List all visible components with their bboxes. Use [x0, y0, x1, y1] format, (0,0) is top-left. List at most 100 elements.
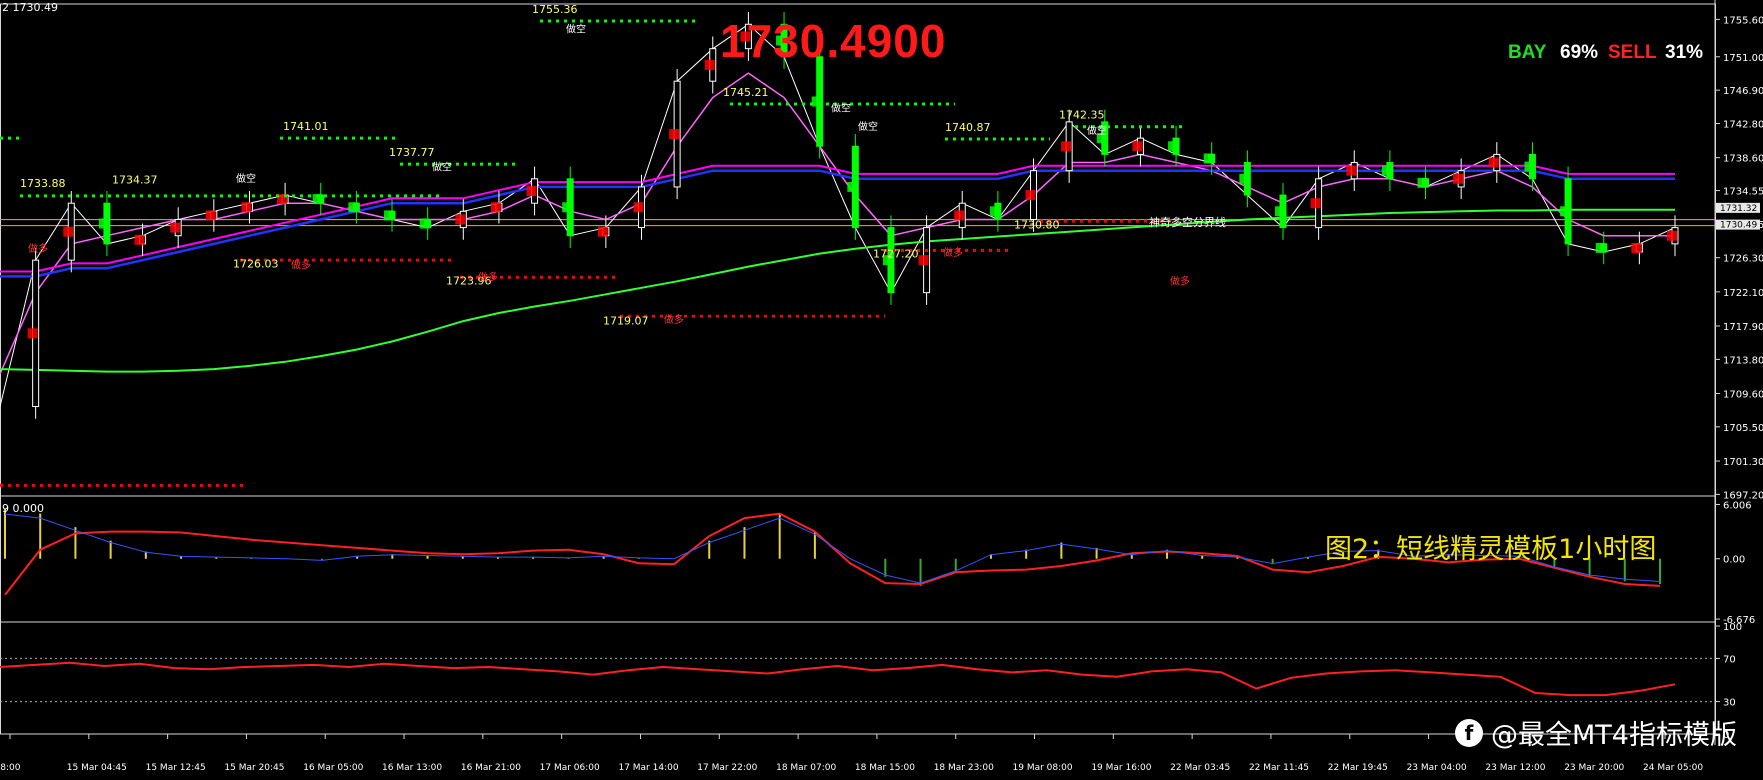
macd-y-tick-label: 0.00 — [1723, 555, 1745, 566]
watermark-logo-icon: f — [1455, 718, 1483, 747]
macd-y-tick-label: 6.006 — [1723, 500, 1752, 511]
x-tick-label: 23 Mar 04:00 — [1407, 763, 1467, 773]
figure-caption: 图2：短线精灵模板1小时图 — [1325, 534, 1657, 565]
trend-block — [1631, 242, 1642, 253]
panel-frame — [0, 3, 1716, 497]
y-tick-label: 1713.80 — [1723, 355, 1763, 366]
x-tick-label: 15 Mar 20:45 — [224, 763, 284, 773]
rsi-y-tick-label: 70 — [1723, 654, 1736, 665]
sell-signal-label: 做空 — [236, 172, 256, 185]
trend-block — [1274, 206, 1285, 217]
trend-block — [98, 218, 109, 229]
x-tick-label: 17 Mar 14:00 — [618, 763, 678, 773]
x-tick-label: 24 Mar 05:00 — [1643, 763, 1703, 773]
trend-block — [704, 59, 715, 70]
trend-block — [1595, 242, 1606, 253]
watermark: f @最全MT4指标模版 — [1455, 713, 1737, 752]
sell-signal-label: 做空 — [432, 161, 452, 174]
buy-signal-label: 做多 — [664, 313, 684, 326]
x-tick-label: 19 Mar 08:00 — [1013, 763, 1073, 773]
rsi-y-tick-label: 100 — [1723, 622, 1742, 633]
watermark-text: @最全MT4指标模版 — [1491, 720, 1737, 751]
x-tick-label: 16 Mar 05:00 — [303, 763, 363, 773]
x-tick-label: 17 Mar 22:00 — [697, 763, 757, 773]
trend-block — [1453, 173, 1464, 184]
price-annotation: 1745.21 — [723, 86, 769, 99]
x-tick-label: 23 Mar 12:00 — [1485, 763, 1545, 773]
price-annotation: 1734.37 — [112, 174, 158, 187]
y-tick-label: 1705.50 — [1723, 423, 1763, 434]
price-annotation: 1740.87 — [945, 121, 991, 134]
sell-signal-label: 做空 — [858, 120, 878, 133]
trend-block — [562, 202, 573, 213]
trend-block — [1132, 141, 1143, 152]
y-tick-label: 1746.90 — [1723, 86, 1763, 97]
trend-block — [989, 206, 1000, 217]
trend-block — [1381, 165, 1392, 176]
trend-block — [669, 129, 680, 140]
trend-block — [954, 210, 965, 221]
trend-block — [847, 181, 858, 192]
trend-block — [63, 226, 74, 237]
trend-block — [1061, 141, 1072, 152]
buy-signal-label: 做多 — [478, 270, 498, 283]
sell-signal-label: 做空 — [1087, 124, 1107, 137]
buy-signal-label: 做多 — [943, 246, 963, 259]
trend-block — [241, 202, 252, 213]
current-price-big: 1730.4900 — [720, 15, 947, 67]
y-tick-label: 1751.00 — [1723, 53, 1763, 64]
trend-block — [1346, 165, 1357, 176]
rsi-line — [0, 661, 1676, 697]
trend-block — [1524, 161, 1535, 172]
trend-block — [27, 328, 38, 339]
x-tick-label: 23 Mar 20:00 — [1564, 763, 1624, 773]
sell-label: SELL — [1608, 42, 1657, 63]
x-tick-label: 18 Mar 23:00 — [934, 763, 994, 773]
buy-signal-label: 做多 — [1170, 275, 1190, 288]
trend-block — [1560, 206, 1571, 217]
y-tick-label: 1738.60 — [1723, 154, 1763, 165]
y-tick-label: 1726.30 — [1723, 254, 1763, 265]
x-tick-label: 18 Mar 07:00 — [776, 763, 836, 773]
trend-block — [1168, 141, 1179, 152]
sell-signal-label: 做空 — [831, 101, 851, 114]
price-tag-label: 1731.32 — [1720, 204, 1757, 214]
y-tick-label: 1734.55 — [1723, 187, 1763, 198]
rsi-y-tick-label: 30 — [1723, 698, 1736, 709]
trend-block — [455, 214, 466, 225]
price-annotation: 1741.01 — [283, 120, 329, 133]
sell-signal-label: 做空 — [566, 22, 586, 35]
trend-block — [918, 255, 929, 266]
price-annotation: 1719.07 — [603, 314, 649, 327]
y-tick-label: 1755.60 — [1723, 15, 1763, 26]
y-tick-label: 1701.30 — [1723, 457, 1763, 468]
x-tick-label: 16 Mar 21:00 — [461, 763, 521, 773]
trend-block — [1203, 153, 1214, 164]
x-tick-label: 15 Mar 12:45 — [146, 763, 206, 773]
trend-block — [170, 222, 181, 233]
x-tick-label: 17 Mar 06:00 — [540, 763, 600, 773]
ma-line — [0, 23, 1676, 407]
price-annotation: 1727.20 — [873, 248, 919, 261]
x-tick-label: 15 Mar 04:45 — [67, 763, 127, 773]
sell-percentage: 31% — [1665, 42, 1704, 63]
x-tick-label: 22 Mar 19:45 — [1328, 763, 1388, 773]
y-tick-label: 1742.80 — [1723, 119, 1763, 130]
x-tick-label: 16 Mar 13:00 — [382, 763, 442, 773]
trend-block — [1025, 190, 1036, 201]
indicator-header: 9 0.000 — [2, 502, 44, 515]
ma-line — [0, 208, 1675, 373]
buy-percentage: 69% — [1560, 42, 1599, 63]
trend-block — [633, 202, 644, 213]
x-tick-label: 22 Mar 03:45 — [1170, 763, 1230, 773]
trend-block — [597, 226, 608, 237]
trend-block — [1417, 177, 1428, 188]
price-annotation: 1726.03 — [233, 257, 279, 270]
price-annotation: 1755.36 — [532, 3, 578, 16]
y-tick-label: 1717.90 — [1723, 322, 1763, 333]
x-tick-label: 22 Mar 11:45 — [1249, 763, 1309, 773]
trend-block — [526, 186, 537, 196]
trend-block — [1667, 230, 1677, 241]
trend-block — [419, 218, 430, 229]
y-tick-label: 1709.60 — [1723, 390, 1763, 401]
